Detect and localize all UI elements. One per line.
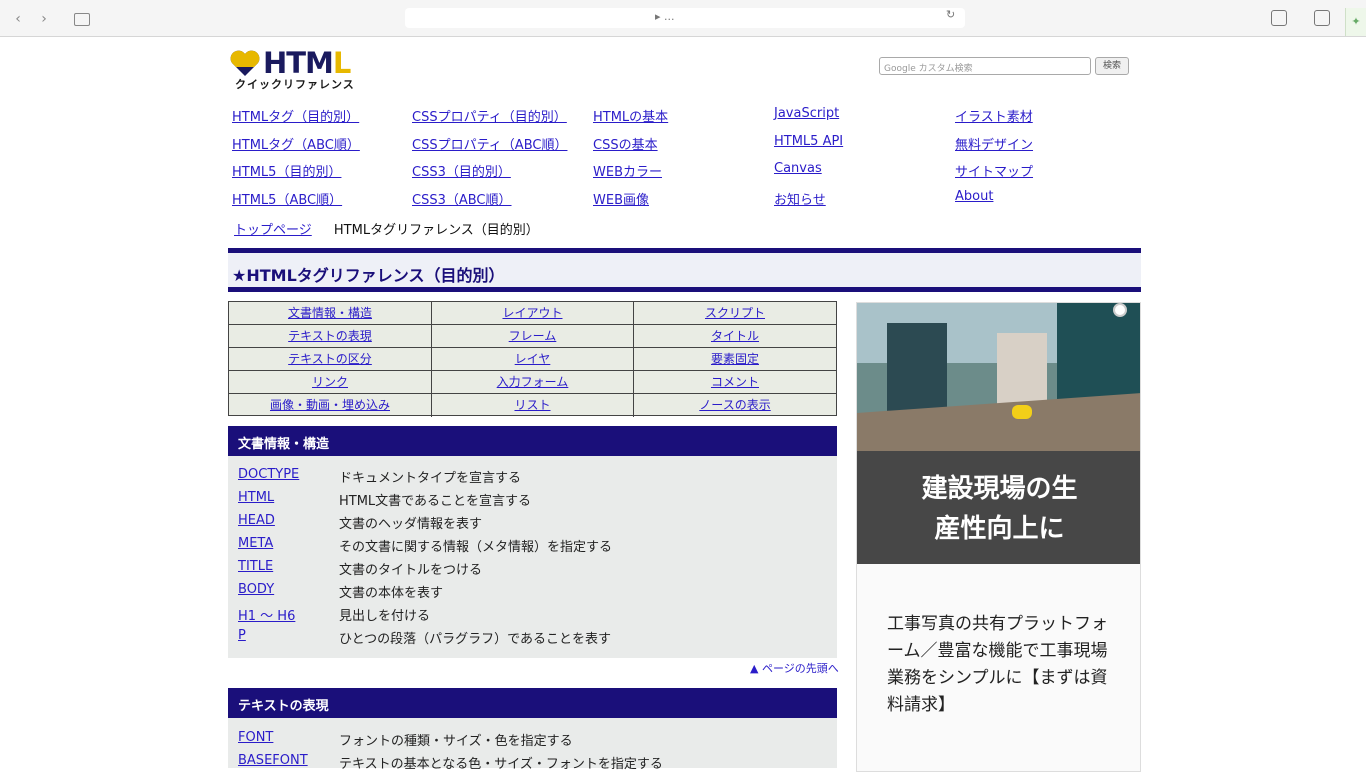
category-link[interactable]: レイヤ [432, 348, 634, 371]
nav-link[interactable]: HTML5（ABC順） [232, 189, 342, 208]
tag-link[interactable]: H1 ～ H6 [238, 605, 328, 624]
category-link[interactable]: コメント [634, 371, 836, 394]
sidebar-icon[interactable] [74, 13, 90, 26]
category-link[interactable]: テキストの区分 [229, 348, 432, 371]
nav-link[interactable]: JavaScript [774, 106, 839, 121]
nav-link[interactable]: WEB画像 [593, 189, 649, 208]
tag-link[interactable]: BODY [238, 582, 328, 597]
nav-link[interactable]: CSSプロパティ（ABC順） [412, 134, 567, 153]
tag-link[interactable]: HTML [238, 490, 328, 505]
advertisement[interactable]: 建設現場の生 産性向上に 工事写真の共有プラットフォーム／豊富な機能で工事現場業… [856, 302, 1141, 772]
nav-link[interactable]: サイトマップ [955, 161, 1033, 180]
nav-link[interactable]: HTML5（目的別） [232, 161, 341, 180]
nav-link[interactable]: イラスト素材 [955, 106, 1033, 125]
section-heading: 文書情報・構造 [228, 426, 837, 456]
tag-description: フォントの種類・サイズ・色を指定する [339, 734, 573, 749]
category-link[interactable]: スクリプト [634, 302, 836, 325]
nav-link[interactable]: HTMLタグ（ABC順） [232, 134, 360, 153]
nav-link[interactable]: 無料デザイン [955, 134, 1033, 153]
tag-description: 文書の本体を表す [339, 586, 444, 601]
section-body: FONT フォントの種類・サイズ・色を指定する BASEFONT テキストの基本となる… [228, 718, 837, 772]
logo-subtitle: クイックリファレンス [235, 78, 355, 91]
tabs-icon[interactable] [1314, 10, 1330, 26]
nav-link[interactable]: HTMLの基本 [593, 106, 668, 125]
extension-icon[interactable]: ✦ [1345, 8, 1366, 36]
nav-link[interactable]: CSSプロパティ（目的別） [412, 106, 567, 125]
tag-description: 文書のタイトルをつける [339, 563, 483, 578]
section-heading: テキストの表現 [228, 688, 837, 718]
category-link[interactable]: ノースの表示 [634, 394, 836, 417]
share-icon[interactable] [1271, 10, 1287, 26]
ad-close-icon[interactable] [1113, 303, 1127, 317]
nav-link[interactable]: CSS3（目的別） [412, 161, 511, 180]
tag-link[interactable]: P [238, 628, 328, 643]
tag-link[interactable]: HEAD [238, 513, 328, 528]
tag-description: その文書に関する情報（メタ情報）を指定する [339, 540, 613, 555]
tag-description: 見出しを付ける [339, 609, 431, 624]
tag-link[interactable]: BASEFONT [238, 753, 328, 768]
nav-link[interactable]: About [955, 189, 993, 204]
category-link[interactable]: リスト [432, 394, 634, 417]
tag-link[interactable]: DOCTYPE [238, 467, 328, 482]
ad-headline: 建設現場の生 産性向上に [921, 474, 1078, 544]
ad-body-text: 工事写真の共有プラットフォーム／豊富な機能で工事現場業務をシンプルに【まずは資料… [887, 614, 1108, 715]
logo-word: HTML [263, 46, 351, 80]
category-link[interactable]: 入力フォーム [432, 371, 634, 394]
address-bar[interactable] [405, 8, 965, 28]
search-input[interactable]: Google カスタム検索 [879, 57, 1091, 75]
tag-description: ひとつの段落（パラグラフ）であることを表す [339, 632, 611, 647]
category-grid: 文書情報・構造 レイアウト スクリプトテキストの表現 フレーム タイトルテキストの区分レ… [228, 301, 837, 417]
nav-link[interactable]: CSS3（ABC順） [412, 189, 512, 208]
breadcrumb: トップページ HTMLタグリファレンス（目的別） [234, 219, 539, 238]
category-link[interactable]: フレーム [432, 325, 634, 348]
nav-link[interactable]: WEBカラー [593, 161, 662, 180]
back-icon[interactable]: ‹ [9, 10, 27, 28]
nav-link[interactable]: HTMLタグ（目的別） [232, 106, 359, 125]
heart-icon [230, 50, 260, 76]
category-link[interactable]: 画像・動画・埋め込み [229, 394, 432, 417]
browser-toolbar: ‹ › ▸ ... ↻ ✦ [0, 0, 1366, 37]
breadcrumb-current: HTMLタグリファレンス（目的別） [333, 223, 539, 238]
page-title-bar: ★HTMLタグリファレンス（目的別） [228, 248, 1141, 292]
ad-photo [857, 303, 1140, 451]
forward-icon[interactable]: › [35, 10, 53, 28]
tag-description: HTML文書であることを宣言する [339, 494, 532, 509]
category-link[interactable]: 要素固定 [634, 348, 836, 371]
section-body: DOCTYPE ドキュメントタイプを宣言する HTML HTML文書であることを宣言す… [228, 456, 837, 658]
breadcrumb-home-link[interactable]: トップページ [234, 223, 312, 238]
tag-description: 文書のヘッダ情報を表す [339, 517, 483, 532]
category-link[interactable]: タイトル [634, 325, 836, 348]
reload-icon[interactable]: ↻ [946, 8, 955, 21]
category-link[interactable]: テキストの表現 [229, 325, 432, 348]
tag-link[interactable]: META [238, 536, 328, 551]
address-text: ▸ ... [655, 10, 675, 23]
category-link[interactable]: 文書情報・構造 [229, 302, 432, 325]
tag-link[interactable]: FONT [238, 730, 328, 745]
category-link[interactable]: レイアウト [432, 302, 634, 325]
category-link[interactable]: リンク [229, 371, 432, 394]
tag-link[interactable]: TITLE [238, 559, 328, 574]
page-title: ★HTMLタグリファレンス（目的別） [232, 266, 505, 285]
nav-link[interactable]: CSSの基本 [593, 134, 658, 153]
nav-link[interactable]: お知らせ [774, 189, 826, 208]
tag-description: ドキュメントタイプを宣言する [339, 471, 522, 486]
search-button[interactable]: 検索 [1095, 57, 1129, 75]
nav-link[interactable]: Canvas [774, 161, 822, 176]
nav-link[interactable]: HTML5 API [774, 134, 843, 149]
site-logo[interactable]: HTML クイックリファレンス [229, 46, 361, 92]
back-to-top-link[interactable]: ▲ ページの先頭へ [750, 660, 839, 676]
tag-description: テキストの基本となる色・サイズ・フォントを指定する [339, 757, 663, 772]
